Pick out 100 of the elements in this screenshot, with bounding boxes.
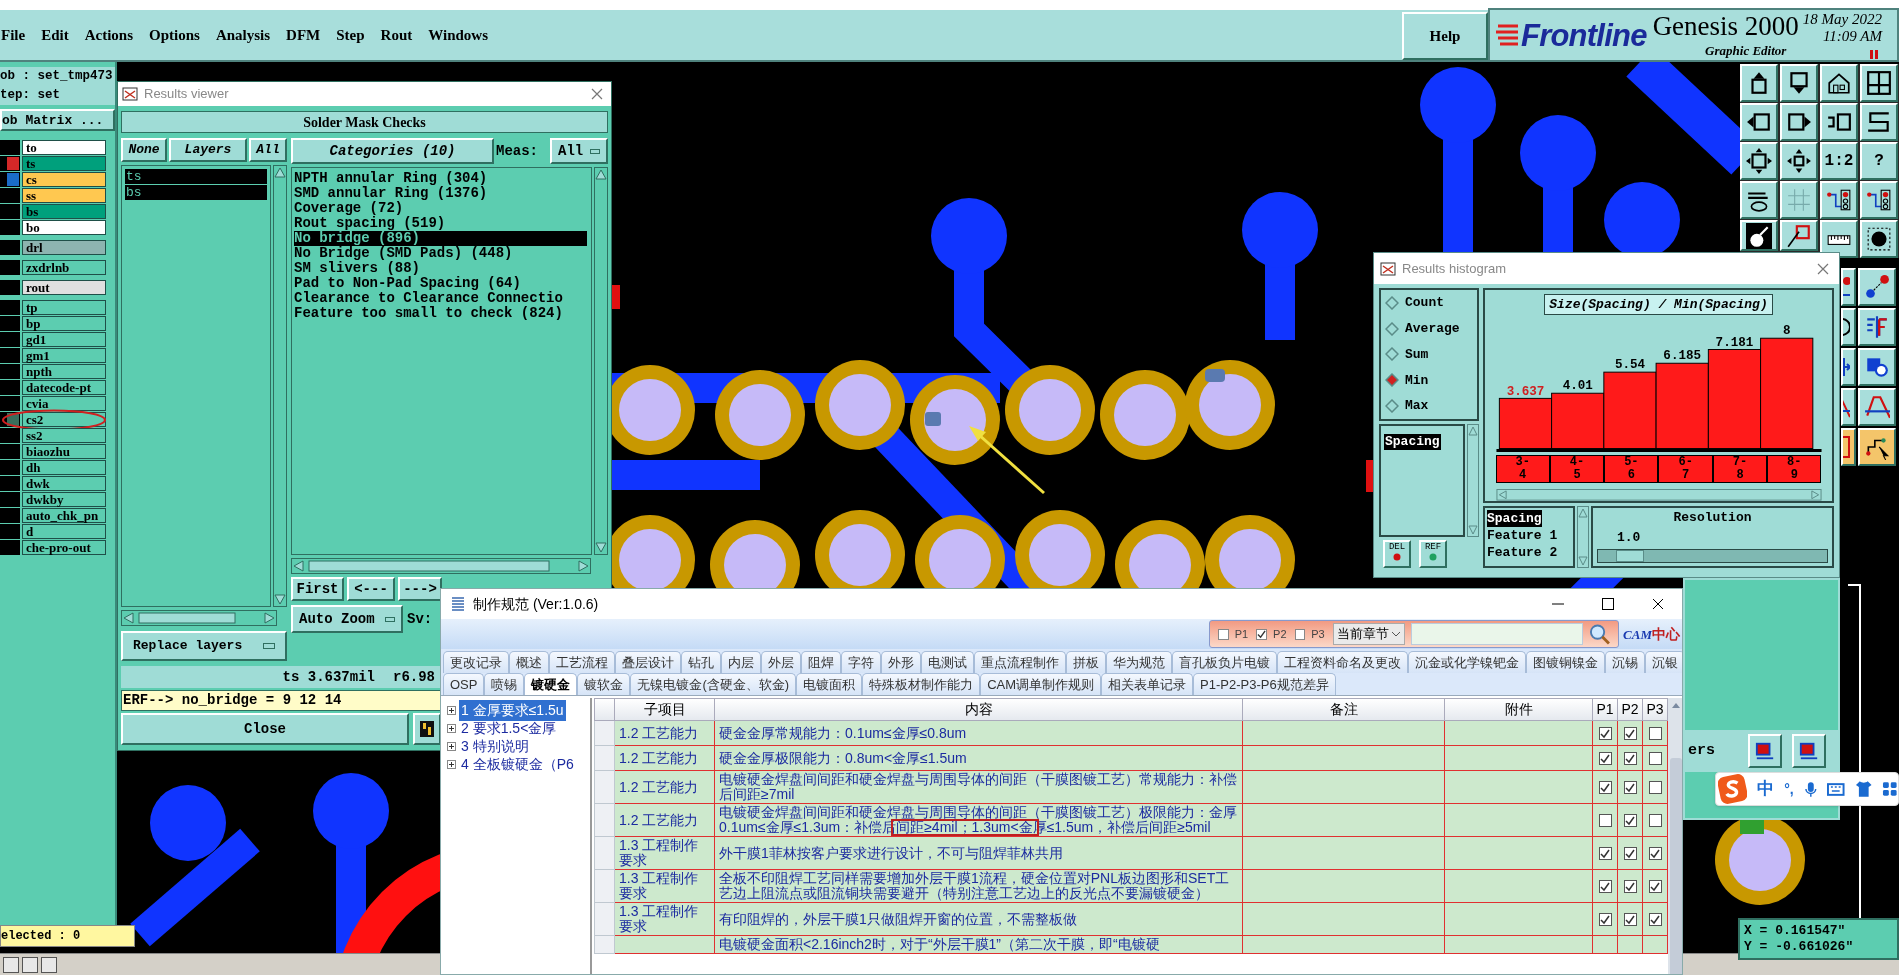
- list-item[interactable]: NPTH annular Ring (304): [294, 171, 488, 186]
- layer-item[interactable]: biaozhu: [22, 444, 106, 459]
- layer-toggle[interactable]: [0, 460, 20, 475]
- menu-item[interactable]: DFM: [285, 23, 322, 47]
- layer-item[interactable]: auto_chk_pn: [22, 508, 106, 523]
- checkbox[interactable]: [1623, 727, 1637, 741]
- list-item[interactable]: Feature too small to check (824): [294, 306, 563, 321]
- menu-item[interactable]: Options: [148, 23, 201, 47]
- layer-toggle[interactable]: [0, 240, 20, 255]
- layer-toggle[interactable]: [0, 396, 20, 411]
- radio-button[interactable]: [1385, 321, 1399, 336]
- horizontal-scrollbar[interactable]: [291, 558, 591, 574]
- vertical-scrollbar[interactable]: [273, 165, 287, 607]
- meas-dropdown[interactable]: All: [550, 138, 608, 164]
- toolbar-button[interactable]: ?: [1860, 142, 1898, 180]
- layer-toggle[interactable]: [0, 380, 20, 395]
- checkbox[interactable]: [1648, 781, 1662, 795]
- layer-item[interactable]: dh: [22, 460, 106, 475]
- tab[interactable]: 更改记录: [443, 651, 509, 673]
- input-mode-toggle[interactable]: 中: [1757, 776, 1775, 802]
- checkbox[interactable]: [1623, 814, 1637, 828]
- vertical-scrollbar[interactable]: [594, 167, 608, 555]
- layer-toggle[interactable]: [0, 492, 20, 507]
- checkbox[interactable]: [1598, 781, 1612, 795]
- menu-item[interactable]: Rout: [379, 23, 414, 47]
- toolbar-button[interactable]: [22, 956, 38, 973]
- radio-button[interactable]: [1385, 295, 1399, 310]
- slider-thumb[interactable]: [1616, 550, 1645, 562]
- checkbox[interactable]: [1598, 880, 1612, 894]
- layer-toggle[interactable]: [0, 524, 20, 539]
- tree-item[interactable]: 1 金厚要求≤1.5u: [459, 699, 566, 721]
- layer-item[interactable]: dwk: [22, 476, 106, 491]
- checkbox[interactable]: [1623, 781, 1637, 795]
- pause-icon[interactable]: [1870, 49, 1878, 59]
- list-item[interactable]: Spacing: [1487, 510, 1542, 527]
- layer-toggle[interactable]: [0, 364, 20, 379]
- tab[interactable]: 工艺流程: [549, 651, 615, 673]
- list-item[interactable]: Pad to Non-Pad Spacing (64): [294, 276, 521, 291]
- checkbox[interactable]: [1598, 814, 1612, 828]
- tab[interactable]: 内层: [721, 651, 761, 673]
- layer-item[interactable]: ss: [22, 188, 106, 203]
- checkbox[interactable]: [1294, 628, 1306, 640]
- layer-mode-dropdown[interactable]: Replace layers: [121, 631, 287, 661]
- tab[interactable]: 钻孔: [681, 651, 721, 673]
- list-item[interactable]: SM slivers (88): [294, 261, 421, 276]
- layer-item[interactable]: che-pro-out: [22, 540, 106, 555]
- list-item[interactable]: Feature 1: [1487, 527, 1558, 544]
- app-logo-icon[interactable]: [1718, 774, 1748, 804]
- layer-toggle[interactable]: [0, 220, 20, 235]
- tab[interactable]: 电测试: [921, 651, 974, 673]
- categories-button[interactable]: Categories (10): [291, 138, 494, 164]
- tab[interactable]: 拼板: [1066, 651, 1106, 673]
- maximize-icon[interactable]: [1602, 598, 1614, 610]
- tab[interactable]: OSP: [443, 673, 485, 695]
- close-icon[interactable]: [1652, 598, 1664, 610]
- keyboard-icon[interactable]: [1827, 782, 1845, 796]
- navigation-button[interactable]: <---: [347, 577, 395, 601]
- layer-item[interactable]: d: [22, 524, 106, 539]
- layer-toggle[interactable]: [0, 348, 20, 363]
- checkbox[interactable]: [1648, 913, 1662, 927]
- list-item[interactable]: No Bridge (SMD Pads) (448): [294, 246, 513, 261]
- radio-button[interactable]: [1385, 373, 1399, 388]
- resolution-slider[interactable]: [1597, 549, 1828, 563]
- expand-icon[interactable]: [447, 705, 456, 715]
- checkbox[interactable]: [1648, 847, 1662, 861]
- tab[interactable]: 外层: [761, 651, 801, 673]
- tab[interactable]: 沉锡: [1605, 651, 1645, 673]
- layer-item[interactable]: ts: [22, 156, 106, 171]
- tab[interactable]: 重点流程制作: [974, 651, 1066, 673]
- filter-button[interactable]: All: [249, 138, 287, 162]
- search-field[interactable]: [1411, 623, 1584, 645]
- chart-button[interactable]: [1792, 734, 1826, 768]
- tab[interactable]: 盲孔板负片电镀: [1172, 651, 1277, 673]
- layer-item[interactable]: dwkby: [22, 492, 106, 507]
- help-menu[interactable]: Help: [1402, 12, 1488, 60]
- layer-toggle[interactable]: [0, 444, 20, 459]
- toolbar-button[interactable]: 1:2: [1820, 142, 1858, 180]
- menu-item[interactable]: Actions: [83, 23, 134, 47]
- checkbox[interactable]: [1623, 752, 1637, 766]
- layer-item[interactable]: gd1: [22, 332, 106, 347]
- layer-item[interactable]: ss2: [22, 428, 106, 443]
- tab[interactable]: 镀软金: [577, 673, 631, 695]
- checkbox[interactable]: [1648, 880, 1662, 894]
- list-item[interactable]: Feature 2: [1487, 544, 1558, 561]
- tab[interactable]: 工程资料命名及更改: [1277, 651, 1408, 673]
- microphone-icon[interactable]: [1803, 780, 1818, 798]
- toolbar-button[interactable]: [41, 956, 57, 973]
- vertical-scrollbar[interactable]: [1577, 506, 1589, 568]
- filter-button[interactable]: None: [121, 138, 167, 162]
- checkbox[interactable]: [1598, 727, 1612, 741]
- checkbox[interactable]: [1218, 628, 1229, 640]
- layer-item[interactable]: cs: [22, 172, 106, 187]
- horizontal-scrollbar[interactable]: [121, 610, 277, 626]
- tab[interactable]: 相关表单记录: [1101, 673, 1194, 695]
- tab[interactable]: 特殊板材制作能力: [862, 673, 981, 695]
- layer-toggle[interactable]: [0, 188, 20, 203]
- layer-toggle[interactable]: [0, 476, 20, 491]
- checkbox[interactable]: [1598, 847, 1612, 861]
- expand-icon[interactable]: [447, 759, 456, 769]
- list-item[interactable]: Spacing: [1384, 434, 1441, 450]
